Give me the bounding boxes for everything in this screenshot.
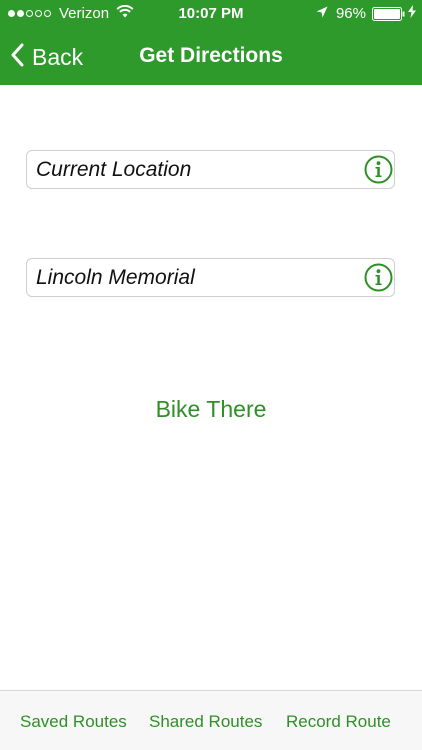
tab-saved-routes[interactable]: Saved Routes: [20, 712, 127, 732]
charging-bolt-icon: [408, 5, 416, 22]
destination-field[interactable]: [26, 258, 395, 297]
battery-icon: [372, 6, 405, 21]
app-header: Verizon 10:07 PM 96% Back Get Directions: [0, 0, 422, 85]
status-right: 96%: [316, 5, 416, 22]
battery-percent: 96%: [335, 5, 366, 22]
status-bar: Verizon 10:07 PM 96%: [0, 0, 422, 30]
page-title: Get Directions: [139, 44, 283, 67]
navigation-bar: Back Get Directions: [0, 30, 422, 85]
destination-input[interactable]: [36, 259, 356, 296]
bike-there-button[interactable]: Bike There: [0, 396, 422, 423]
location-arrow-icon: [316, 5, 328, 22]
tab-bar: Saved Routes Shared Routes Record Route: [0, 690, 422, 750]
start-location-field[interactable]: [26, 150, 395, 189]
info-icon[interactable]: [364, 263, 393, 292]
tab-shared-routes[interactable]: Shared Routes: [149, 712, 262, 732]
info-icon[interactable]: [364, 155, 393, 184]
tab-record-route[interactable]: Record Route: [286, 712, 391, 732]
start-location-input[interactable]: [36, 151, 356, 188]
